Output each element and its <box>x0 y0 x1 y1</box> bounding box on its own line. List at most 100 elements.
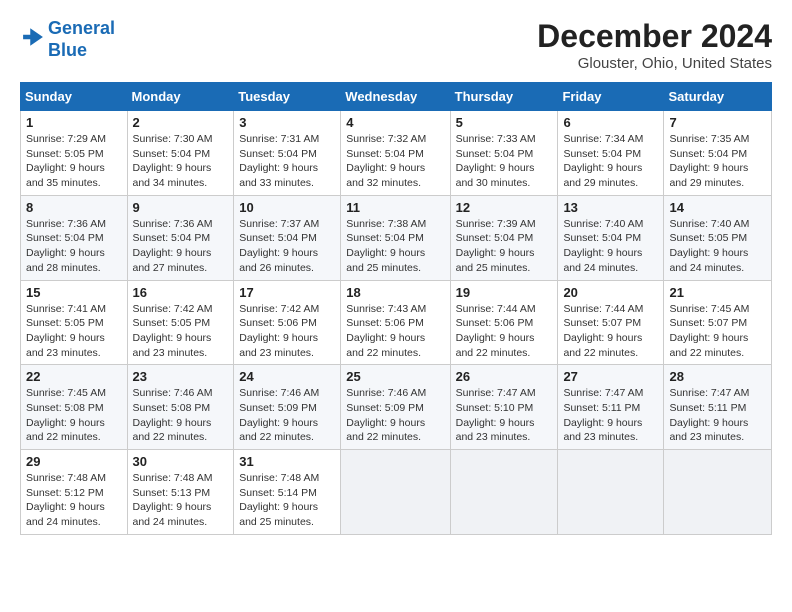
day-number: 27 <box>563 369 658 384</box>
calendar-cell: 23 Sunrise: 7:46 AMSunset: 5:08 PMDayligh… <box>127 365 234 450</box>
day-info: Sunrise: 7:47 AMSunset: 5:11 PMDaylight:… <box>563 386 658 445</box>
day-info: Sunrise: 7:29 AMSunset: 5:05 PMDaylight:… <box>26 132 122 191</box>
day-number: 12 <box>456 200 553 215</box>
calendar-cell: 13Sunrise: 7:40 AMSunset: 5:04 PMDayligh… <box>558 195 664 280</box>
calendar-header-cell: Friday <box>558 83 664 111</box>
day-number: 23 <box>133 369 229 384</box>
day-info: Sunrise: 7:34 AMSunset: 5:04 PMDaylight:… <box>563 132 658 191</box>
day-number: 24 <box>239 369 335 384</box>
day-number: 5 <box>456 115 553 130</box>
day-number: 6 <box>563 115 658 130</box>
logo: General Blue <box>20 18 115 61</box>
day-info: Sunrise: 7:47 AMSunset: 5:11 PMDaylight:… <box>669 386 766 445</box>
day-number: 17 <box>239 285 335 300</box>
day-info: Sunrise: 7:40 AMSunset: 5:05 PMDaylight:… <box>669 217 766 276</box>
day-number: 2 <box>133 115 229 130</box>
day-info: Sunrise: 7:45 AMSunset: 5:08 PMDaylight:… <box>26 386 122 445</box>
calendar-cell <box>558 450 664 535</box>
calendar-cell: 12 Sunrise: 7:39 AMSunset: 5:04 PMDayligh… <box>450 195 558 280</box>
calendar-cell: 29Sunrise: 7:48 AMSunset: 5:12 PMDayligh… <box>21 450 128 535</box>
day-number: 28 <box>669 369 766 384</box>
header: General Blue December 2024 Glouster, Ohi… <box>20 18 772 72</box>
calendar-cell: 9 Sunrise: 7:36 AMSunset: 5:04 PMDaylight… <box>127 195 234 280</box>
day-info: Sunrise: 7:39 AMSunset: 5:04 PMDaylight:… <box>456 217 553 276</box>
calendar-cell: 20 Sunrise: 7:44 AMSunset: 5:07 PMDayligh… <box>558 280 664 365</box>
calendar-week-row: 8 Sunrise: 7:36 AMSunset: 5:04 PMDaylight… <box>21 195 772 280</box>
calendar-cell: 15Sunrise: 7:41 AMSunset: 5:05 PMDayligh… <box>21 280 128 365</box>
logo-line2: Blue <box>48 40 115 62</box>
calendar-table: SundayMondayTuesdayWednesdayThursdayFrid… <box>20 82 772 535</box>
calendar-cell: 30Sunrise: 7:48 AMSunset: 5:13 PMDayligh… <box>127 450 234 535</box>
day-info: Sunrise: 7:46 AMSunset: 5:08 PMDaylight:… <box>133 386 229 445</box>
day-number: 30 <box>133 454 229 469</box>
calendar-cell: 27 Sunrise: 7:47 AMSunset: 5:11 PMDayligh… <box>558 365 664 450</box>
day-info: Sunrise: 7:43 AMSunset: 5:06 PMDaylight:… <box>346 302 444 361</box>
calendar-cell: 14 Sunrise: 7:40 AMSunset: 5:05 PMDayligh… <box>664 195 772 280</box>
calendar-cell: 11Sunrise: 7:38 AMSunset: 5:04 PMDayligh… <box>341 195 450 280</box>
day-number: 16 <box>133 285 229 300</box>
calendar-week-row: 29Sunrise: 7:48 AMSunset: 5:12 PMDayligh… <box>21 450 772 535</box>
calendar-header-row: SundayMondayTuesdayWednesdayThursdayFrid… <box>21 83 772 111</box>
day-number: 31 <box>239 454 335 469</box>
calendar-cell: 21 Sunrise: 7:45 AMSunset: 5:07 PMDayligh… <box>664 280 772 365</box>
calendar-header-cell: Tuesday <box>234 83 341 111</box>
calendar-cell: 22Sunrise: 7:45 AMSunset: 5:08 PMDayligh… <box>21 365 128 450</box>
calendar-cell <box>341 450 450 535</box>
calendar-cell: 31 Sunrise: 7:48 AMSunset: 5:14 PMDayligh… <box>234 450 341 535</box>
day-number: 1 <box>26 115 122 130</box>
calendar-body: 1 Sunrise: 7:29 AMSunset: 5:05 PMDaylight… <box>21 111 772 535</box>
logo-icon <box>22 26 44 48</box>
logo-line1: General <box>48 18 115 40</box>
calendar-cell: 4 Sunrise: 7:32 AMSunset: 5:04 PMDaylight… <box>341 111 450 196</box>
calendar-header-cell: Monday <box>127 83 234 111</box>
day-info: Sunrise: 7:32 AMSunset: 5:04 PMDaylight:… <box>346 132 444 191</box>
day-info: Sunrise: 7:30 AMSunset: 5:04 PMDaylight:… <box>133 132 229 191</box>
calendar-cell: 2 Sunrise: 7:30 AMSunset: 5:04 PMDaylight… <box>127 111 234 196</box>
day-info: Sunrise: 7:36 AMSunset: 5:04 PMDaylight:… <box>26 217 122 276</box>
day-number: 7 <box>669 115 766 130</box>
calendar-week-row: 15Sunrise: 7:41 AMSunset: 5:05 PMDayligh… <box>21 280 772 365</box>
day-number: 9 <box>133 200 229 215</box>
day-number: 19 <box>456 285 553 300</box>
day-number: 18 <box>346 285 444 300</box>
calendar-cell: 18 Sunrise: 7:43 AMSunset: 5:06 PMDayligh… <box>341 280 450 365</box>
day-number: 25 <box>346 369 444 384</box>
day-number: 4 <box>346 115 444 130</box>
day-info: Sunrise: 7:47 AMSunset: 5:10 PMDaylight:… <box>456 386 553 445</box>
day-number: 26 <box>456 369 553 384</box>
title-block: December 2024 Glouster, Ohio, United Sta… <box>537 18 772 72</box>
day-info: Sunrise: 7:44 AMSunset: 5:07 PMDaylight:… <box>563 302 658 361</box>
day-number: 20 <box>563 285 658 300</box>
calendar-cell <box>450 450 558 535</box>
day-info: Sunrise: 7:36 AMSunset: 5:04 PMDaylight:… <box>133 217 229 276</box>
calendar-cell <box>664 450 772 535</box>
day-number: 11 <box>346 200 444 215</box>
day-number: 3 <box>239 115 335 130</box>
calendar-week-row: 22Sunrise: 7:45 AMSunset: 5:08 PMDayligh… <box>21 365 772 450</box>
day-info: Sunrise: 7:41 AMSunset: 5:05 PMDaylight:… <box>26 302 122 361</box>
month-title: December 2024 <box>537 18 772 55</box>
day-info: Sunrise: 7:31 AMSunset: 5:04 PMDaylight:… <box>239 132 335 191</box>
day-number: 21 <box>669 285 766 300</box>
day-info: Sunrise: 7:40 AMSunset: 5:04 PMDaylight:… <box>563 217 658 276</box>
day-number: 29 <box>26 454 122 469</box>
day-info: Sunrise: 7:46 AMSunset: 5:09 PMDaylight:… <box>239 386 335 445</box>
calendar-cell: 5Sunrise: 7:33 AMSunset: 5:04 PMDaylight… <box>450 111 558 196</box>
day-info: Sunrise: 7:42 AMSunset: 5:06 PMDaylight:… <box>239 302 335 361</box>
day-number: 8 <box>26 200 122 215</box>
day-info: Sunrise: 7:44 AMSunset: 5:06 PMDaylight:… <box>456 302 553 361</box>
calendar-header-cell: Sunday <box>21 83 128 111</box>
calendar-cell: 7 Sunrise: 7:35 AMSunset: 5:04 PMDaylight… <box>664 111 772 196</box>
day-number: 14 <box>669 200 766 215</box>
day-info: Sunrise: 7:35 AMSunset: 5:04 PMDaylight:… <box>669 132 766 191</box>
calendar-cell: 1 Sunrise: 7:29 AMSunset: 5:05 PMDaylight… <box>21 111 128 196</box>
page-container: General Blue December 2024 Glouster, Ohi… <box>0 0 792 545</box>
calendar-cell: 25Sunrise: 7:46 AMSunset: 5:09 PMDayligh… <box>341 365 450 450</box>
day-info: Sunrise: 7:48 AMSunset: 5:14 PMDaylight:… <box>239 471 335 530</box>
calendar-cell: 3 Sunrise: 7:31 AMSunset: 5:04 PMDaylight… <box>234 111 341 196</box>
calendar-cell: 28 Sunrise: 7:47 AMSunset: 5:11 PMDayligh… <box>664 365 772 450</box>
calendar-cell: 17 Sunrise: 7:42 AMSunset: 5:06 PMDayligh… <box>234 280 341 365</box>
calendar-header-cell: Thursday <box>450 83 558 111</box>
calendar-cell: 10Sunrise: 7:37 AMSunset: 5:04 PMDayligh… <box>234 195 341 280</box>
day-info: Sunrise: 7:45 AMSunset: 5:07 PMDaylight:… <box>669 302 766 361</box>
